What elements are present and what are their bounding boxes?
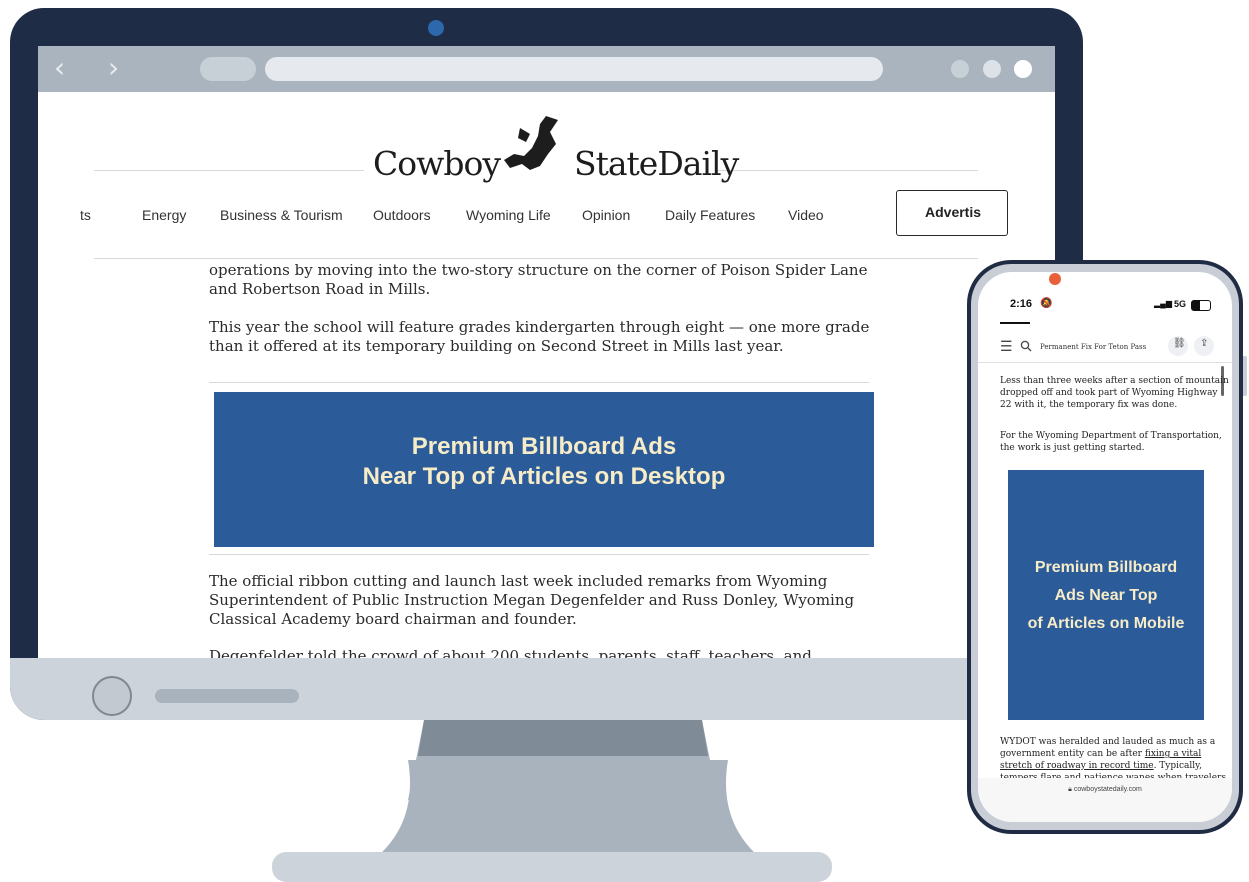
- advertise-button[interactable]: Advertis: [896, 190, 1008, 236]
- network-label: 5G: [1174, 299, 1187, 309]
- article-para1-line1: operations by moving into the two-story …: [209, 261, 868, 279]
- monitor-stand-base: [272, 852, 832, 882]
- mobile-inline-link-2[interactable]: stretch of roadway in record time: [1000, 761, 1154, 771]
- power-button[interactable]: [92, 676, 132, 716]
- mobile-para3-line1: WYDOT was heralded and lauded as much as…: [1000, 737, 1216, 747]
- nav-item-business-tourism[interactable]: Business & Tourism: [220, 207, 343, 223]
- phone-side-button: [1243, 356, 1247, 396]
- article-para2-line1: This year the school will feature grades…: [209, 318, 870, 336]
- article-para2-line2: than it offered at its temporary buildin…: [209, 337, 784, 355]
- article-para1-line2: and Robertson Road in Mills.: [209, 280, 431, 298]
- nav-rule-bottom: [94, 258, 978, 259]
- mobile-para3-line2: government entity can be after: [1000, 749, 1142, 759]
- menu-icon[interactable]: ☰: [1000, 338, 1013, 355]
- article-title: Permanent Fix For Teton Pass: [1040, 343, 1147, 351]
- mobile-para1-line1: Less than three weeks after a section of…: [1000, 376, 1229, 386]
- phone-camera: [1049, 273, 1061, 285]
- window-dot-2[interactable]: [983, 60, 1001, 78]
- mobile-ad-headline: Premium Billboard Ads Near Top of Articl…: [1008, 554, 1204, 638]
- advertise-label: Advertis: [925, 204, 982, 220]
- mobile-para3-line2-container: government entity can be after fixing a …: [1000, 748, 1201, 760]
- article-para3-line3: Classical Academy board chairman and fou…: [209, 610, 577, 628]
- logo-text-right: StateDaily: [574, 144, 739, 183]
- mobile-billboard-ad[interactable]: Premium Billboard Ads Near Top of Articl…: [1008, 470, 1204, 720]
- dnd-bell-icon: 🔕: [1040, 298, 1053, 309]
- header-rule-right: [716, 170, 978, 171]
- status-time: 2:16: [1010, 298, 1033, 310]
- browser-tab-pill[interactable]: [200, 57, 256, 81]
- logo-text-left: Cowboy: [373, 144, 501, 183]
- progress-indicator: [1000, 322, 1030, 324]
- ad-rule-bottom: [209, 554, 869, 555]
- mobile-para1-line3: 22 with it, the temporary fix was done.: [1000, 400, 1178, 410]
- webcam-dot: [428, 20, 444, 36]
- mobile-url-text: cowboystatedaily.com: [1073, 786, 1142, 793]
- window-dot-3[interactable]: [1014, 60, 1032, 78]
- link-icon[interactable]: ⛓: [1168, 336, 1188, 356]
- desktop-ad-headline: Premium Billboard Ads Near Top of Articl…: [214, 432, 874, 492]
- chevron-right-icon[interactable]: ›: [108, 54, 119, 82]
- mobile-para3-line3-rest: . Typically,: [1153, 761, 1202, 771]
- browser-toolbar: ‹ ›: [38, 46, 1055, 92]
- ad-rule-top: [209, 382, 869, 383]
- mobile-para2-line1: For the Wyoming Department of Transporta…: [1000, 431, 1222, 441]
- desktop-ad-line2: Near Top of Articles on Desktop: [362, 463, 726, 490]
- nav-item-daily-features[interactable]: Daily Features: [665, 207, 755, 223]
- desktop-billboard-ad[interactable]: Premium Billboard Ads Near Top of Articl…: [214, 392, 874, 547]
- nav-item-video[interactable]: Video: [788, 207, 824, 223]
- mobile-inline-link-1[interactable]: fixing a vital: [1145, 749, 1201, 759]
- phone-screen: 2:16 🔕 ▂▄▆ 5G ☰ Permanent Fix For Teton …: [978, 272, 1232, 822]
- article-para3-line1: The official ribbon cutting and launch l…: [209, 572, 828, 590]
- mobile-para2-line2: the work is just getting started.: [1000, 443, 1145, 453]
- search-icon[interactable]: [1020, 340, 1032, 352]
- chevron-left-icon[interactable]: ‹: [54, 54, 65, 82]
- monitor-stand-curve: [378, 760, 758, 856]
- mobile-para3-line3-container: stretch of roadway in record time. Typic…: [1000, 760, 1202, 772]
- header-rule-left: [94, 170, 364, 171]
- bucking-horse-logo-icon: [504, 116, 558, 170]
- desktop-screen: ‹ › Cowboy StateDaily ts Energy Business…: [38, 46, 1055, 658]
- nav-item-outdoors[interactable]: Outdoors: [373, 207, 431, 223]
- phone-speaker: [1084, 266, 1144, 271]
- mobile-ad-line3: of Articles on Mobile: [1027, 615, 1185, 632]
- window-dot-1[interactable]: [951, 60, 969, 78]
- article-para4-line1: Degenfelder told the crowd of about 200 …: [209, 647, 812, 658]
- nav-item-energy[interactable]: Energy: [142, 207, 186, 223]
- site-logo[interactable]: Cowboy StateDaily: [338, 114, 739, 184]
- lock-icon: 🔒︎: [1068, 786, 1072, 793]
- nav-item-opinion[interactable]: Opinion: [582, 207, 630, 223]
- mobile-url-footer[interactable]: 🔒︎ cowboystatedaily.com: [978, 778, 1232, 822]
- nav-item-wyoming-life[interactable]: Wyoming Life: [466, 207, 551, 223]
- battery-icon: [1191, 300, 1211, 311]
- bezel-slot: [155, 689, 299, 703]
- address-bar[interactable]: [265, 57, 883, 81]
- signal-icon: ▂▄▆: [1154, 299, 1172, 308]
- desktop-ad-line1: Premium Billboard Ads: [411, 433, 677, 460]
- article-para3-line2: Superintendent of Public Instruction Meg…: [209, 591, 855, 609]
- share-icon[interactable]: ⇪: [1194, 336, 1214, 356]
- nav-item-sports[interactable]: ts: [80, 207, 91, 223]
- mobile-ad-line2: Ads Near Top: [1054, 587, 1158, 604]
- mobile-para1-line2: dropped off and took part of Wyoming Hig…: [1000, 388, 1218, 398]
- mobile-ad-line1: Premium Billboard: [1034, 559, 1178, 576]
- toolbar-divider: [978, 362, 1232, 363]
